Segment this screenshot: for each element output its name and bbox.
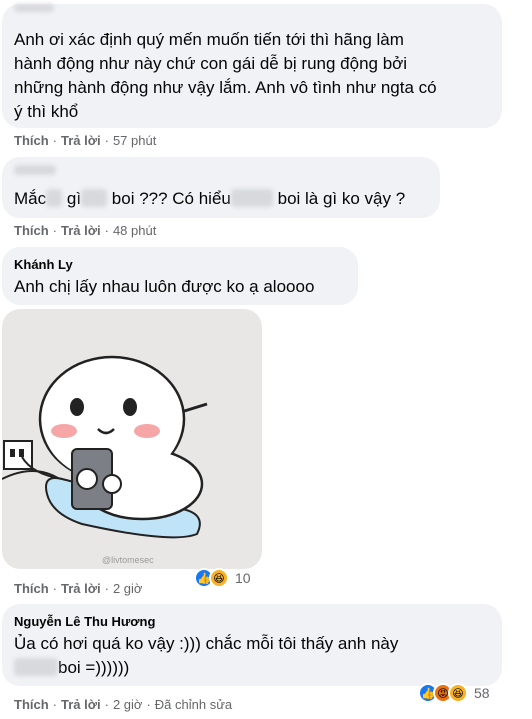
edited-label: Đã chỉnh sửa	[154, 697, 233, 712]
comment-text-line: những hành động như vậy lắm. Anh vô tình…	[14, 78, 437, 97]
comment-time[interactable]: 2 giờ	[113, 697, 143, 712]
comment-text-line: Anh ơi xác định quý mến muốn tiến tới th…	[14, 30, 404, 49]
comment-author[interactable]: Nguyễn Lê Thu Hương	[14, 614, 155, 629]
comment-actions: Thích · Trả lời · 48 phút	[14, 223, 157, 238]
reply-link[interactable]: Trả lời	[61, 581, 101, 596]
comment-time[interactable]: 48 phút	[113, 223, 156, 238]
comment-actions: Thích · Trả lời · 2 giờ	[14, 581, 143, 596]
like-link[interactable]: Thích	[14, 581, 49, 596]
sticker-illustration	[2, 355, 208, 539]
like-link[interactable]: Thích	[14, 133, 49, 148]
redacted-text	[14, 658, 58, 676]
comment-bubble-3: Khánh Ly Anh chị lấy nhau luôn được ko ạ…	[2, 247, 358, 305]
comment-text: boi là gì ko vậy ?	[277, 189, 406, 208]
redacted-text	[81, 189, 108, 207]
comment-text-line: hành động như này chứ con gái dễ bị rung…	[14, 54, 408, 73]
comment-time[interactable]: 57 phút	[113, 133, 156, 148]
comment-text-line: boi =))))))	[14, 656, 398, 680]
reply-link[interactable]: Trả lời	[61, 697, 101, 712]
comment-author[interactable]: Khánh Ly	[14, 257, 73, 272]
sticker-watermark: @livtomesec	[102, 555, 154, 565]
comment-text: boi ??? Có hiểu	[111, 189, 231, 208]
reaction-count: 58	[474, 685, 490, 701]
redacted-author	[14, 165, 56, 175]
reply-link[interactable]: Trả lời	[61, 133, 101, 148]
reaction-summary[interactable]: 👍 😆 10	[194, 567, 251, 589]
comment-time[interactable]: 2 giờ	[113, 581, 143, 596]
like-link[interactable]: Thích	[14, 223, 49, 238]
comment-bubble-4: Nguyễn Lê Thu Hương Ủa có hơi quá ko vậy…	[2, 604, 502, 686]
sticker-image[interactable]: @livtomesec	[2, 309, 262, 569]
comment-text: Mắc	[14, 189, 47, 208]
redacted-text	[46, 189, 63, 207]
reply-link[interactable]: Trả lời	[61, 223, 101, 238]
haha-icon: 😆	[209, 568, 229, 588]
comment-text-line: ý thì khổ	[14, 102, 79, 121]
comment-actions: Thích · Trả lời · 2 giờ · Đã chỉnh sửa	[14, 697, 233, 712]
comment-bubble-2: Mắc gì boi ??? Có hiểu boi là gì ko vậy …	[2, 157, 440, 218]
comment-text: Anh chị lấy nhau luôn được ko ạ aloooo	[14, 277, 315, 296]
like-link[interactable]: Thích	[14, 697, 49, 712]
comment-text: gì	[66, 189, 82, 208]
redacted-text	[230, 189, 273, 207]
comment-text-line: Ủa có hơi quá ko vậy :))) chắc mỗi tôi t…	[14, 634, 399, 653]
reaction-count: 10	[235, 570, 251, 586]
comment-bubble-1: Anh ơi xác định quý mến muốn tiến tới th…	[2, 4, 502, 128]
haha-icon: 😆	[448, 683, 468, 703]
comment-actions: Thích · Trả lời · 57 phút	[14, 133, 157, 148]
redacted-author	[14, 4, 54, 12]
reaction-summary[interactable]: 👍 😡 😆 58	[418, 682, 490, 704]
